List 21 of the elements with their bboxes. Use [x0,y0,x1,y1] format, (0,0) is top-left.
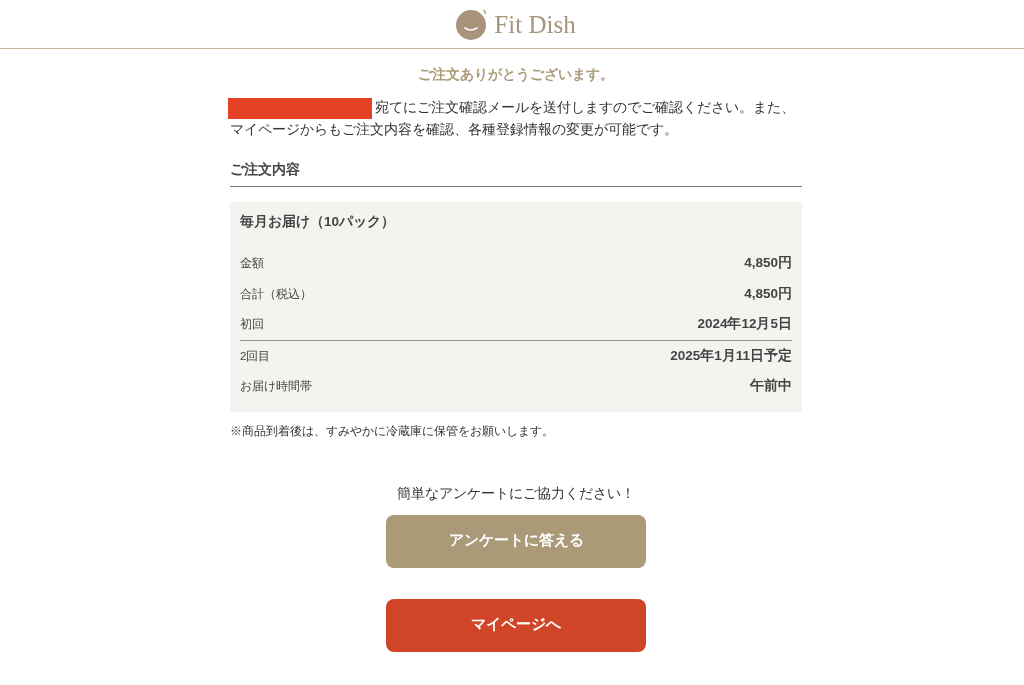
row-value: 4,850円 [744,254,792,273]
confirmation-message: マイページからもご注文内容を確認、各種登録情報の変更が可能です。 [230,121,678,139]
thanks-heading: ご注文ありがとうございます。 [417,66,615,84]
logo-text: Fit Dish [494,11,576,37]
row-label: 初回 [240,317,264,333]
survey-button[interactable]: アンケートに答える [386,514,646,568]
survey-prompt: 簡単なアンケートにご協力ください！ [396,484,636,503]
row-label: 合計（税込） [240,286,312,302]
confirmation-message: 宛てにご注文確認メールを送付しますのでご確認ください。また、 [375,99,795,117]
row-value: 2025年1月11日予定 [670,346,792,365]
storage-note: ※商品到着後は、すみやかに冷蔵庫に保管をお願いします。 [230,423,555,439]
row-label: 金額 [240,256,264,272]
plan-title: 毎月お届け（10パック） [240,213,397,231]
row-label: 2回目 [240,348,271,364]
row-value: 午前中 [750,377,792,396]
section-heading: ご注文内容 [230,160,802,187]
logo-icon [456,8,489,40]
row-value: 4,850円 [744,284,792,303]
row-label: お届け時間帯 [240,379,312,395]
row-value: 2024年12月5日 [697,315,792,334]
mypage-button[interactable]: マイページへ [386,598,646,652]
